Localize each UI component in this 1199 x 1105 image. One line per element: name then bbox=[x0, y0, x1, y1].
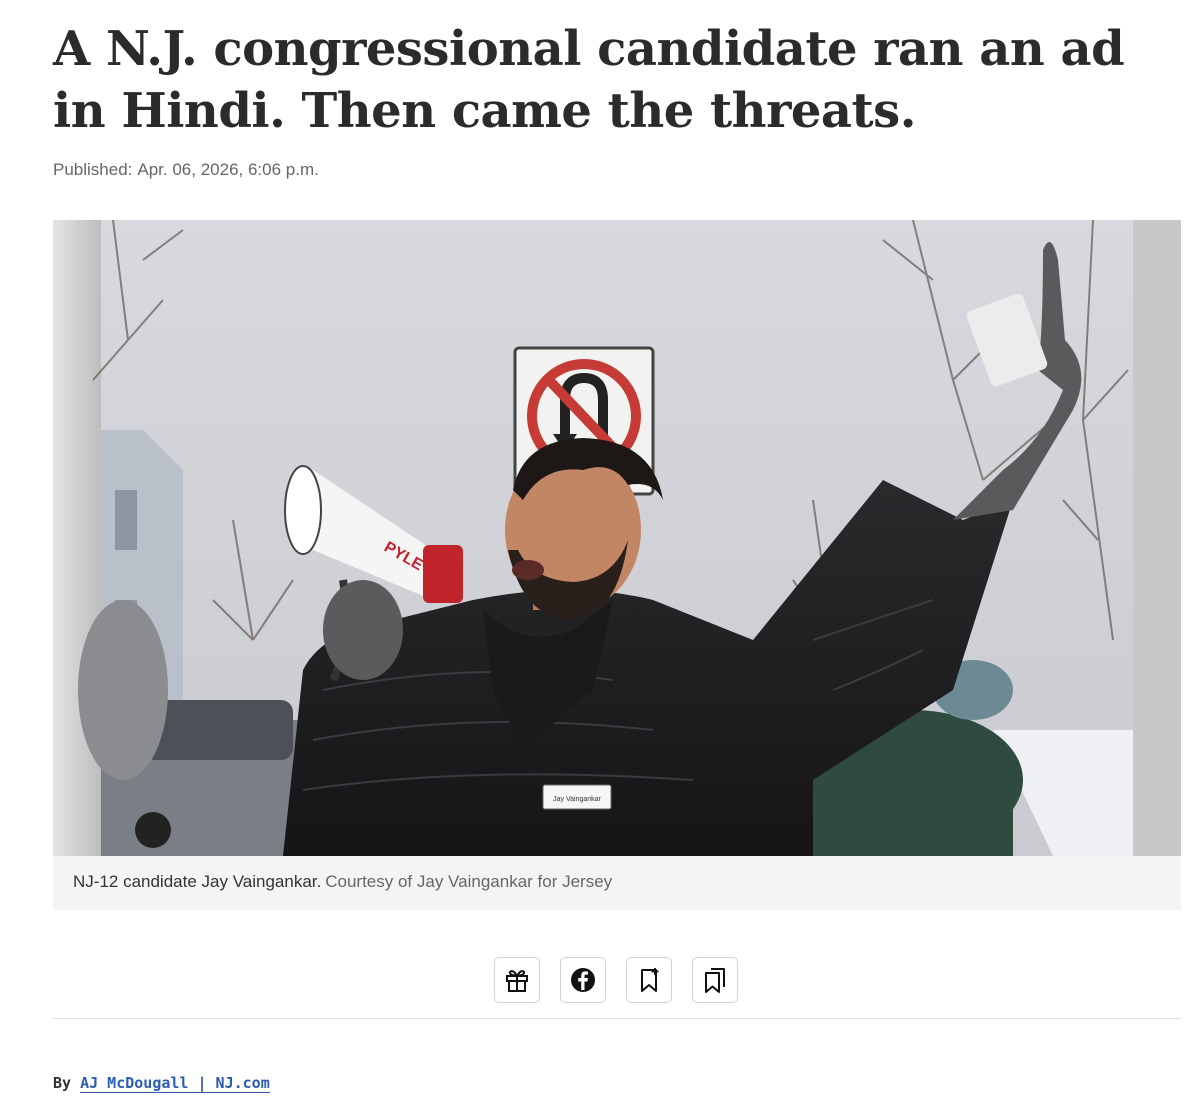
gift-icon bbox=[506, 970, 528, 992]
facebook-share-button[interactable] bbox=[560, 957, 606, 1003]
byline: By AJ McDougall | NJ.com bbox=[53, 1074, 270, 1093]
share-toolbar bbox=[494, 957, 738, 1005]
bookmark-add-icon bbox=[641, 968, 659, 992]
saved-list-button[interactable] bbox=[692, 957, 738, 1003]
section-divider bbox=[53, 1018, 1181, 1019]
photo-caption: NJ-12 candidate Jay Vaingankar. Courtesy … bbox=[73, 872, 612, 892]
published-label: Published: bbox=[53, 160, 133, 179]
published-date: Apr. 06, 2026, 6:06 p.m. bbox=[137, 160, 319, 179]
headline: A N.J. congressional candidate ran an ad… bbox=[53, 21, 1125, 139]
photo-credit: Courtesy of Jay Vaingankar for Jersey bbox=[325, 872, 613, 891]
author-link[interactable]: AJ McDougall | NJ.com bbox=[80, 1074, 270, 1093]
gift-article-button[interactable] bbox=[494, 957, 540, 1003]
name-tag-text: Jay Vaingankar bbox=[553, 796, 601, 803]
lead-photo[interactable]: Jay Vaingankar PYLE bbox=[53, 220, 1181, 856]
byline-prefix: By bbox=[53, 1074, 72, 1092]
caption-text: NJ-12 candidate Jay Vaingankar. bbox=[73, 872, 322, 891]
save-article-button[interactable] bbox=[626, 957, 672, 1003]
facebook-icon bbox=[571, 968, 595, 992]
published-timestamp: Published: Apr. 06, 2026, 6:06 p.m. bbox=[53, 160, 319, 180]
lead-figure: Jay Vaingankar PYLE NJ-12 candidate Jay … bbox=[53, 220, 1181, 910]
bookmarks-icon bbox=[705, 968, 725, 993]
